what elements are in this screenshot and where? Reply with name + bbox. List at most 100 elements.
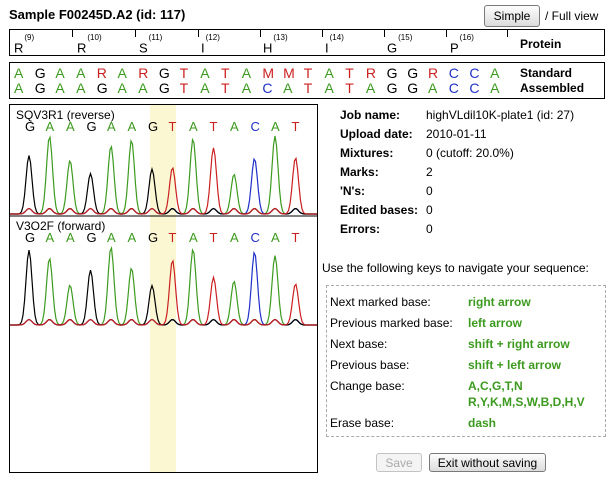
standard-base[interactable]: A — [200, 65, 209, 81]
standard-base[interactable]: A — [118, 65, 127, 81]
read-base[interactable]: A — [46, 230, 55, 245]
residue-letter: H — [263, 40, 273, 56]
assembled-base[interactable]: G — [407, 80, 418, 96]
read-base[interactable]: A — [107, 230, 116, 245]
standard-base[interactable]: T — [345, 65, 354, 81]
assembled-base[interactable]: A — [76, 80, 85, 96]
assembled-base[interactable]: C — [262, 80, 272, 96]
assembled-base[interactable]: G — [159, 80, 170, 96]
assembled-base[interactable]: A — [325, 80, 334, 96]
standard-base[interactable]: G — [387, 65, 398, 81]
key-action: Next marked base: — [330, 295, 431, 309]
read-base[interactable]: G — [87, 119, 97, 134]
save-button[interactable]: Save — [376, 453, 422, 472]
assembled-base[interactable]: A — [14, 80, 23, 96]
assembled-base[interactable]: C — [469, 80, 479, 96]
standard-base[interactable]: A — [242, 65, 251, 81]
assembled-base[interactable]: A — [242, 80, 251, 96]
standard-base[interactable]: C — [449, 65, 459, 81]
info-key: Upload date: — [340, 127, 413, 141]
read-base[interactable]: A — [189, 230, 198, 245]
standard-base[interactable]: R — [366, 65, 376, 81]
assembled-base[interactable]: A — [118, 80, 127, 96]
read-base[interactable]: A — [128, 230, 137, 245]
full-view-link[interactable]: / Full view — [545, 9, 598, 23]
residue-number: (14) — [329, 33, 344, 42]
standard-base[interactable]: A — [490, 65, 499, 81]
standard-base[interactable]: G — [159, 65, 170, 81]
key-action: Previous base: — [330, 358, 410, 372]
key-legend: Next marked base: right arrow Previous ma… — [326, 285, 606, 437]
standard-base[interactable]: T — [180, 65, 189, 81]
standard-base[interactable]: C — [469, 65, 479, 81]
standard-base[interactable]: A — [76, 65, 85, 81]
read-base[interactable]: G — [87, 230, 97, 245]
standard-base[interactable]: T — [304, 65, 313, 81]
assembled-base[interactable]: A — [55, 80, 64, 96]
read-base[interactable]: A — [128, 119, 137, 134]
standard-base[interactable]: T — [221, 65, 230, 81]
info-value: 0 — [426, 203, 433, 217]
assembled-base[interactable]: G — [97, 80, 108, 96]
read-base[interactable]: G — [148, 230, 158, 245]
assembled-base[interactable]: A — [200, 80, 209, 96]
read-base[interactable]: G — [25, 119, 35, 134]
read-base[interactable]: T — [210, 119, 218, 134]
read-base[interactable]: T — [292, 119, 300, 134]
assembled-base[interactable]: T — [304, 80, 313, 96]
standard-base[interactable]: A — [55, 65, 64, 81]
read-base[interactable]: A — [46, 119, 55, 134]
assembled-base[interactable]: A — [428, 80, 437, 96]
simple-view-button[interactable]: Simple — [484, 5, 540, 27]
read-base[interactable]: A — [107, 119, 116, 134]
residue-number: (9) — [24, 33, 35, 42]
standard-base[interactable]: R — [138, 65, 148, 81]
standard-base[interactable]: A — [325, 65, 334, 81]
assembled-base[interactable]: T — [345, 80, 354, 96]
codon-divider — [446, 30, 447, 37]
read-base[interactable]: A — [230, 119, 239, 134]
assembled-base[interactable]: A — [138, 80, 147, 96]
read-base[interactable]: T — [169, 119, 177, 134]
read-base[interactable]: T — [210, 230, 218, 245]
read-base[interactable]: G — [148, 119, 158, 134]
assembled-base[interactable]: A — [490, 80, 499, 96]
residue-number: (13) — [273, 33, 288, 42]
standard-base[interactable]: R — [97, 65, 107, 81]
read-base[interactable]: T — [169, 230, 177, 245]
standard-base[interactable]: G — [407, 65, 418, 81]
assembled-base[interactable]: T — [180, 80, 189, 96]
assembled-base[interactable]: A — [366, 80, 375, 96]
standard-base[interactable]: G — [35, 65, 46, 81]
read-base[interactable]: G — [25, 230, 35, 245]
read-base[interactable]: A — [189, 119, 198, 134]
residue-letter: R — [14, 40, 24, 56]
read-base[interactable]: A — [66, 119, 75, 134]
assembled-base[interactable]: G — [387, 80, 398, 96]
assembled-base[interactable]: C — [449, 80, 459, 96]
read-base[interactable]: C — [251, 230, 260, 245]
chromatogram-panel[interactable]: SQV3R1 (reverse) V3O2F (forward) GAAGAAG… — [9, 104, 318, 473]
assembled-base[interactable]: A — [283, 80, 292, 96]
read-base[interactable]: A — [271, 119, 280, 134]
assembled-base[interactable]: T — [221, 80, 230, 96]
read-base[interactable]: A — [271, 230, 280, 245]
read-base[interactable]: A — [230, 230, 239, 245]
navigation-instructions: Use the following keys to navigate your … — [322, 261, 589, 275]
residue-number: (15) — [398, 33, 413, 42]
key-shortcut: dash — [468, 416, 497, 430]
read-base[interactable]: A — [66, 230, 75, 245]
standard-base[interactable]: A — [14, 65, 23, 81]
standard-base[interactable]: R — [428, 65, 438, 81]
codon-divider — [135, 30, 136, 37]
page-title: Sample F00245D.A2 (id: 117) — [9, 7, 186, 22]
residue-letter: G — [387, 40, 398, 56]
assembled-base[interactable]: G — [35, 80, 46, 96]
standard-base[interactable]: M — [283, 65, 295, 81]
residue-letter: I — [201, 40, 205, 56]
read-base[interactable]: C — [251, 119, 260, 134]
residue-number: (16) — [459, 33, 474, 42]
exit-without-saving-button[interactable]: Exit without saving — [429, 453, 546, 472]
standard-base[interactable]: M — [262, 65, 274, 81]
read-base[interactable]: T — [292, 230, 300, 245]
